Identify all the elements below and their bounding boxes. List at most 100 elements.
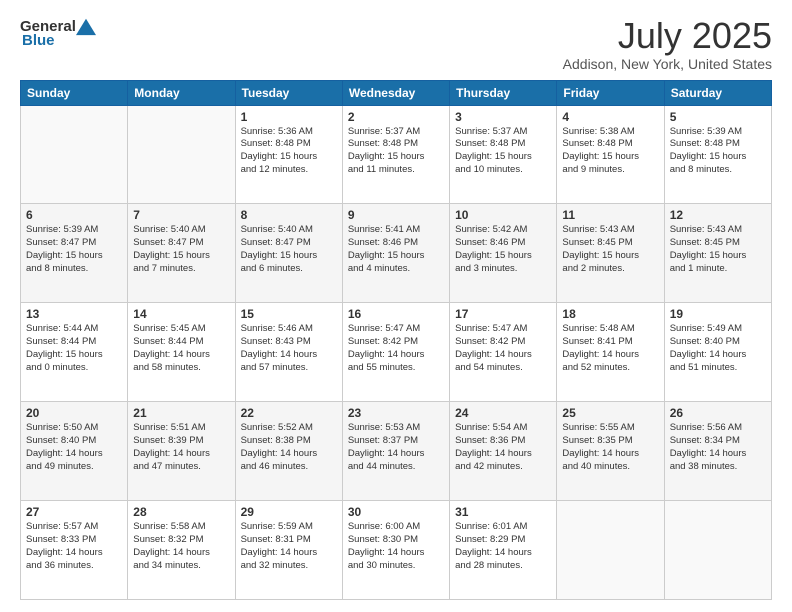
day-number: 25: [562, 406, 658, 420]
day-number: 11: [562, 208, 658, 222]
calendar-cell: 23 Sunrise: 5:53 AM Sunset: 8:37 PM Dayli…: [342, 402, 449, 501]
day-info: Sunrise: 5:45 AM Sunset: 8:44 PM Dayligh…: [133, 323, 229, 374]
day-number: 31: [455, 505, 551, 519]
calendar-cell: 2 Sunrise: 5:37 AM Sunset: 8:48 PM Daylig…: [342, 105, 449, 204]
calendar-cell: 7Sunrise: 5:40 AM Sunset: 8:47 PM Daylig…: [128, 204, 235, 303]
calendar-cell: [664, 501, 771, 600]
day-number: 6: [26, 208, 122, 222]
calendar-table: SundayMondayTuesdayWednesdayThursdayFrid…: [20, 80, 772, 600]
day-info: Sunrise: 5:47 AM Sunset: 8:42 PM Dayligh…: [348, 323, 444, 374]
calendar-day-header: Sunday: [21, 80, 128, 105]
calendar-cell: 25 Sunrise: 5:55 AM Sunset: 8:35 PM Dayli…: [557, 402, 664, 501]
calendar-week-row: 1 Sunrise: 5:36 AM Sunset: 8:48 PM Daylig…: [21, 105, 772, 204]
day-info: Sunrise: 5:43 AM Sunset: 8:45 PM Dayligh…: [562, 224, 658, 275]
calendar-cell: 10Sunrise: 5:42 AM Sunset: 8:46 PM Dayli…: [450, 204, 557, 303]
calendar-cell: 24 Sunrise: 5:54 AM Sunset: 8:36 PM Dayli…: [450, 402, 557, 501]
day-info: Sunrise: 5:39 AM Sunset: 8:48 PM Dayligh…: [670, 126, 766, 177]
day-info: Sunrise: 5:55 AM Sunset: 8:35 PM Dayligh…: [562, 422, 658, 473]
day-number: 1: [241, 110, 337, 124]
day-info: Sunrise: 5:38 AM Sunset: 8:48 PM Dayligh…: [562, 126, 658, 177]
day-info: Sunrise: 6:01 AM Sunset: 8:29 PM Dayligh…: [455, 521, 551, 572]
day-number: 19: [670, 307, 766, 321]
day-info: Sunrise: 5:36 AM Sunset: 8:48 PM Dayligh…: [241, 126, 337, 177]
day-number: 4: [562, 110, 658, 124]
calendar-week-row: 6 Sunrise: 5:39 AM Sunset: 8:47 PM Daylig…: [21, 204, 772, 303]
calendar-cell: 6 Sunrise: 5:39 AM Sunset: 8:47 PM Daylig…: [21, 204, 128, 303]
day-number: 29: [241, 505, 337, 519]
calendar-day-header: Saturday: [664, 80, 771, 105]
day-number: 17: [455, 307, 551, 321]
day-number: 14: [133, 307, 229, 321]
day-info: Sunrise: 6:00 AM Sunset: 8:30 PM Dayligh…: [348, 521, 444, 572]
calendar-cell: 1 Sunrise: 5:36 AM Sunset: 8:48 PM Daylig…: [235, 105, 342, 204]
day-info: Sunrise: 5:51 AM Sunset: 8:39 PM Dayligh…: [133, 422, 229, 473]
calendar-cell: 26 Sunrise: 5:56 AM Sunset: 8:34 PM Dayli…: [664, 402, 771, 501]
day-info: Sunrise: 5:46 AM Sunset: 8:43 PM Dayligh…: [241, 323, 337, 374]
day-number: 18: [562, 307, 658, 321]
day-number: 21: [133, 406, 229, 420]
calendar-week-row: 20Sunrise: 5:50 AM Sunset: 8:40 PM Dayli…: [21, 402, 772, 501]
logo-blue-text: Blue: [22, 32, 55, 49]
calendar-cell: 11 Sunrise: 5:43 AM Sunset: 8:45 PM Dayli…: [557, 204, 664, 303]
day-number: 24: [455, 406, 551, 420]
day-number: 28: [133, 505, 229, 519]
day-number: 20: [26, 406, 122, 420]
calendar-cell: 21 Sunrise: 5:51 AM Sunset: 8:39 PM Dayli…: [128, 402, 235, 501]
calendar-cell: 29 Sunrise: 5:59 AM Sunset: 8:31 PM Dayli…: [235, 501, 342, 600]
calendar-cell: 28 Sunrise: 5:58 AM Sunset: 8:32 PM Dayli…: [128, 501, 235, 600]
calendar-day-header: Wednesday: [342, 80, 449, 105]
calendar-week-row: 27Sunrise: 5:57 AM Sunset: 8:33 PM Dayli…: [21, 501, 772, 600]
day-info: Sunrise: 5:59 AM Sunset: 8:31 PM Dayligh…: [241, 521, 337, 572]
calendar-cell: 19 Sunrise: 5:49 AM Sunset: 8:40 PM Dayli…: [664, 303, 771, 402]
day-info: Sunrise: 5:47 AM Sunset: 8:42 PM Dayligh…: [455, 323, 551, 374]
calendar-cell: 13Sunrise: 5:44 AM Sunset: 8:44 PM Dayli…: [21, 303, 128, 402]
calendar-cell: 9 Sunrise: 5:41 AM Sunset: 8:46 PM Daylig…: [342, 204, 449, 303]
calendar-day-header: Friday: [557, 80, 664, 105]
calendar-cell: 3 Sunrise: 5:37 AM Sunset: 8:48 PM Daylig…: [450, 105, 557, 204]
day-number: 2: [348, 110, 444, 124]
day-info: Sunrise: 5:53 AM Sunset: 8:37 PM Dayligh…: [348, 422, 444, 473]
day-number: 13: [26, 307, 122, 321]
day-info: Sunrise: 5:54 AM Sunset: 8:36 PM Dayligh…: [455, 422, 551, 473]
calendar-cell: [128, 105, 235, 204]
day-number: 16: [348, 307, 444, 321]
calendar-header-row: SundayMondayTuesdayWednesdayThursdayFrid…: [21, 80, 772, 105]
day-number: 3: [455, 110, 551, 124]
subtitle: Addison, New York, United States: [563, 56, 772, 72]
calendar-cell: 18 Sunrise: 5:48 AM Sunset: 8:41 PM Dayli…: [557, 303, 664, 402]
calendar-cell: 20Sunrise: 5:50 AM Sunset: 8:40 PM Dayli…: [21, 402, 128, 501]
day-number: 9: [348, 208, 444, 222]
day-number: 10: [455, 208, 551, 222]
day-info: Sunrise: 5:56 AM Sunset: 8:34 PM Dayligh…: [670, 422, 766, 473]
day-number: 12: [670, 208, 766, 222]
calendar-cell: 12Sunrise: 5:43 AM Sunset: 8:45 PM Dayli…: [664, 204, 771, 303]
day-info: Sunrise: 5:49 AM Sunset: 8:40 PM Dayligh…: [670, 323, 766, 374]
day-number: 7: [133, 208, 229, 222]
calendar-cell: 16 Sunrise: 5:47 AM Sunset: 8:42 PM Dayli…: [342, 303, 449, 402]
calendar-cell: 30Sunrise: 6:00 AM Sunset: 8:30 PM Dayli…: [342, 501, 449, 600]
day-number: 23: [348, 406, 444, 420]
day-info: Sunrise: 5:48 AM Sunset: 8:41 PM Dayligh…: [562, 323, 658, 374]
calendar-cell: 27Sunrise: 5:57 AM Sunset: 8:33 PM Dayli…: [21, 501, 128, 600]
day-info: Sunrise: 5:37 AM Sunset: 8:48 PM Dayligh…: [455, 126, 551, 177]
calendar-cell: [557, 501, 664, 600]
calendar-week-row: 13Sunrise: 5:44 AM Sunset: 8:44 PM Dayli…: [21, 303, 772, 402]
page: General Blue July 2025 Addison, New York…: [0, 0, 792, 612]
day-info: Sunrise: 5:41 AM Sunset: 8:46 PM Dayligh…: [348, 224, 444, 275]
calendar-day-header: Thursday: [450, 80, 557, 105]
header: General Blue July 2025 Addison, New York…: [20, 16, 772, 72]
calendar-cell: 4 Sunrise: 5:38 AM Sunset: 8:48 PM Daylig…: [557, 105, 664, 204]
calendar-cell: 15 Sunrise: 5:46 AM Sunset: 8:43 PM Dayli…: [235, 303, 342, 402]
day-number: 22: [241, 406, 337, 420]
day-info: Sunrise: 5:39 AM Sunset: 8:47 PM Dayligh…: [26, 224, 122, 275]
calendar-cell: 14 Sunrise: 5:45 AM Sunset: 8:44 PM Dayli…: [128, 303, 235, 402]
day-number: 15: [241, 307, 337, 321]
day-number: 5: [670, 110, 766, 124]
logo-icon: [76, 16, 96, 36]
calendar-cell: 17 Sunrise: 5:47 AM Sunset: 8:42 PM Dayli…: [450, 303, 557, 402]
day-number: 26: [670, 406, 766, 420]
day-info: Sunrise: 5:58 AM Sunset: 8:32 PM Dayligh…: [133, 521, 229, 572]
logo: General Blue: [20, 16, 96, 49]
calendar-day-header: Monday: [128, 80, 235, 105]
day-info: Sunrise: 5:37 AM Sunset: 8:48 PM Dayligh…: [348, 126, 444, 177]
